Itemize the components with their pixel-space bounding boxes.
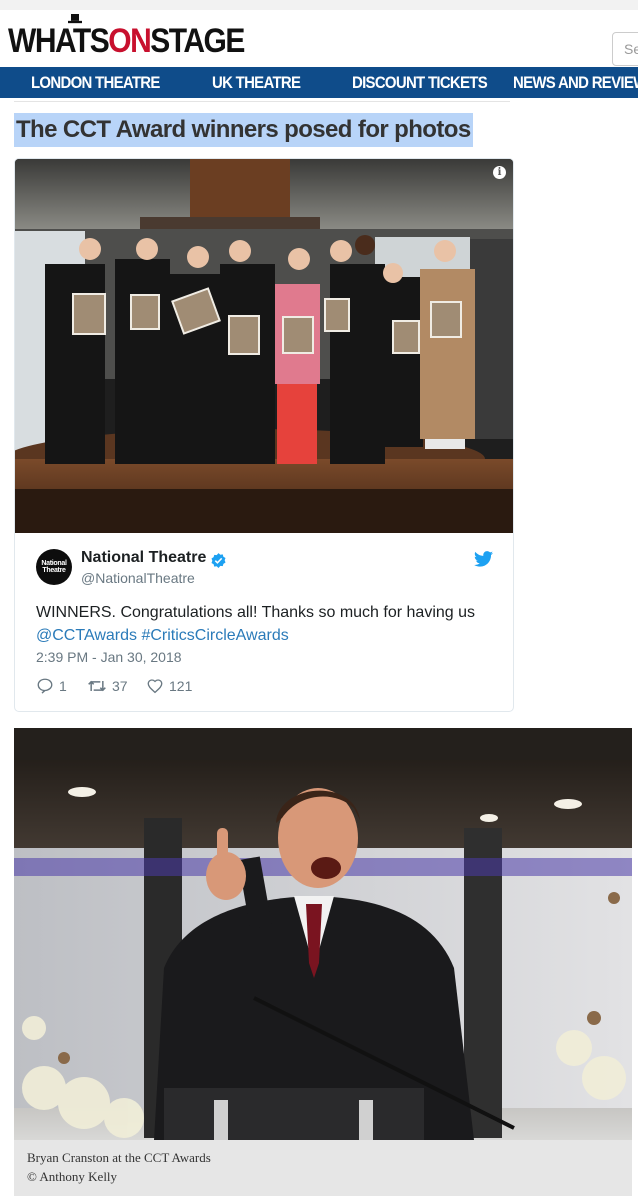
award-winners-group-photo[interactable] xyxy=(15,159,513,533)
heart-icon xyxy=(147,679,163,694)
nav-news-and-reviews[interactable]: NEWS AND REVIEWS xyxy=(513,73,638,93)
photo-caption: Bryan Cranston at the CCT Awards © Antho… xyxy=(14,1140,632,1196)
section-heading: The CCT Award winners posed for photos xyxy=(14,113,473,147)
main-nav: LONDON THEATRE UK THEATRE DISCOUNT TICKE… xyxy=(0,67,638,98)
embedded-tweet[interactable]: i National Theatre National Theatre @Nat… xyxy=(14,158,514,712)
top-hat-icon xyxy=(68,13,82,24)
site-logo[interactable]: WHATS ON STAGE xyxy=(8,13,245,63)
divider xyxy=(14,101,510,102)
like-button[interactable]: 121 xyxy=(146,677,192,695)
site-header: WHATS ON STAGE Se xyxy=(0,10,638,67)
avatar[interactable]: National Theatre xyxy=(36,549,72,585)
tweet-text: WINNERS. Congratulations all! Thanks so … xyxy=(36,601,506,647)
retweet-button[interactable]: 37 xyxy=(87,677,128,695)
photo-credit: © Anthony Kelly xyxy=(27,1169,118,1184)
twitter-bird-icon[interactable] xyxy=(474,551,493,567)
tweet-author-handle[interactable]: @NationalTheatre xyxy=(81,570,195,586)
search-input[interactable]: Se xyxy=(612,32,638,66)
nav-uk-theatre[interactable]: UK THEATRE xyxy=(212,73,301,93)
retweet-icon xyxy=(88,680,106,692)
bryan-cranston-photo[interactable] xyxy=(14,728,632,1140)
tweet-timestamp[interactable]: 2:39 PM - Jan 30, 2018 xyxy=(36,649,182,665)
nav-discount-tickets[interactable]: DISCOUNT TICKETS xyxy=(352,73,488,93)
info-icon[interactable]: i xyxy=(493,166,506,179)
tweet-hashtags[interactable]: @CCTAwards #CriticsCircleAwards xyxy=(36,624,506,647)
reply-icon xyxy=(37,678,53,694)
reply-button[interactable]: 1 xyxy=(36,677,67,695)
verified-badge-icon xyxy=(211,553,226,568)
nav-london-theatre[interactable]: LONDON THEATRE xyxy=(31,73,160,93)
tweet-author-name[interactable]: National Theatre xyxy=(81,549,206,567)
